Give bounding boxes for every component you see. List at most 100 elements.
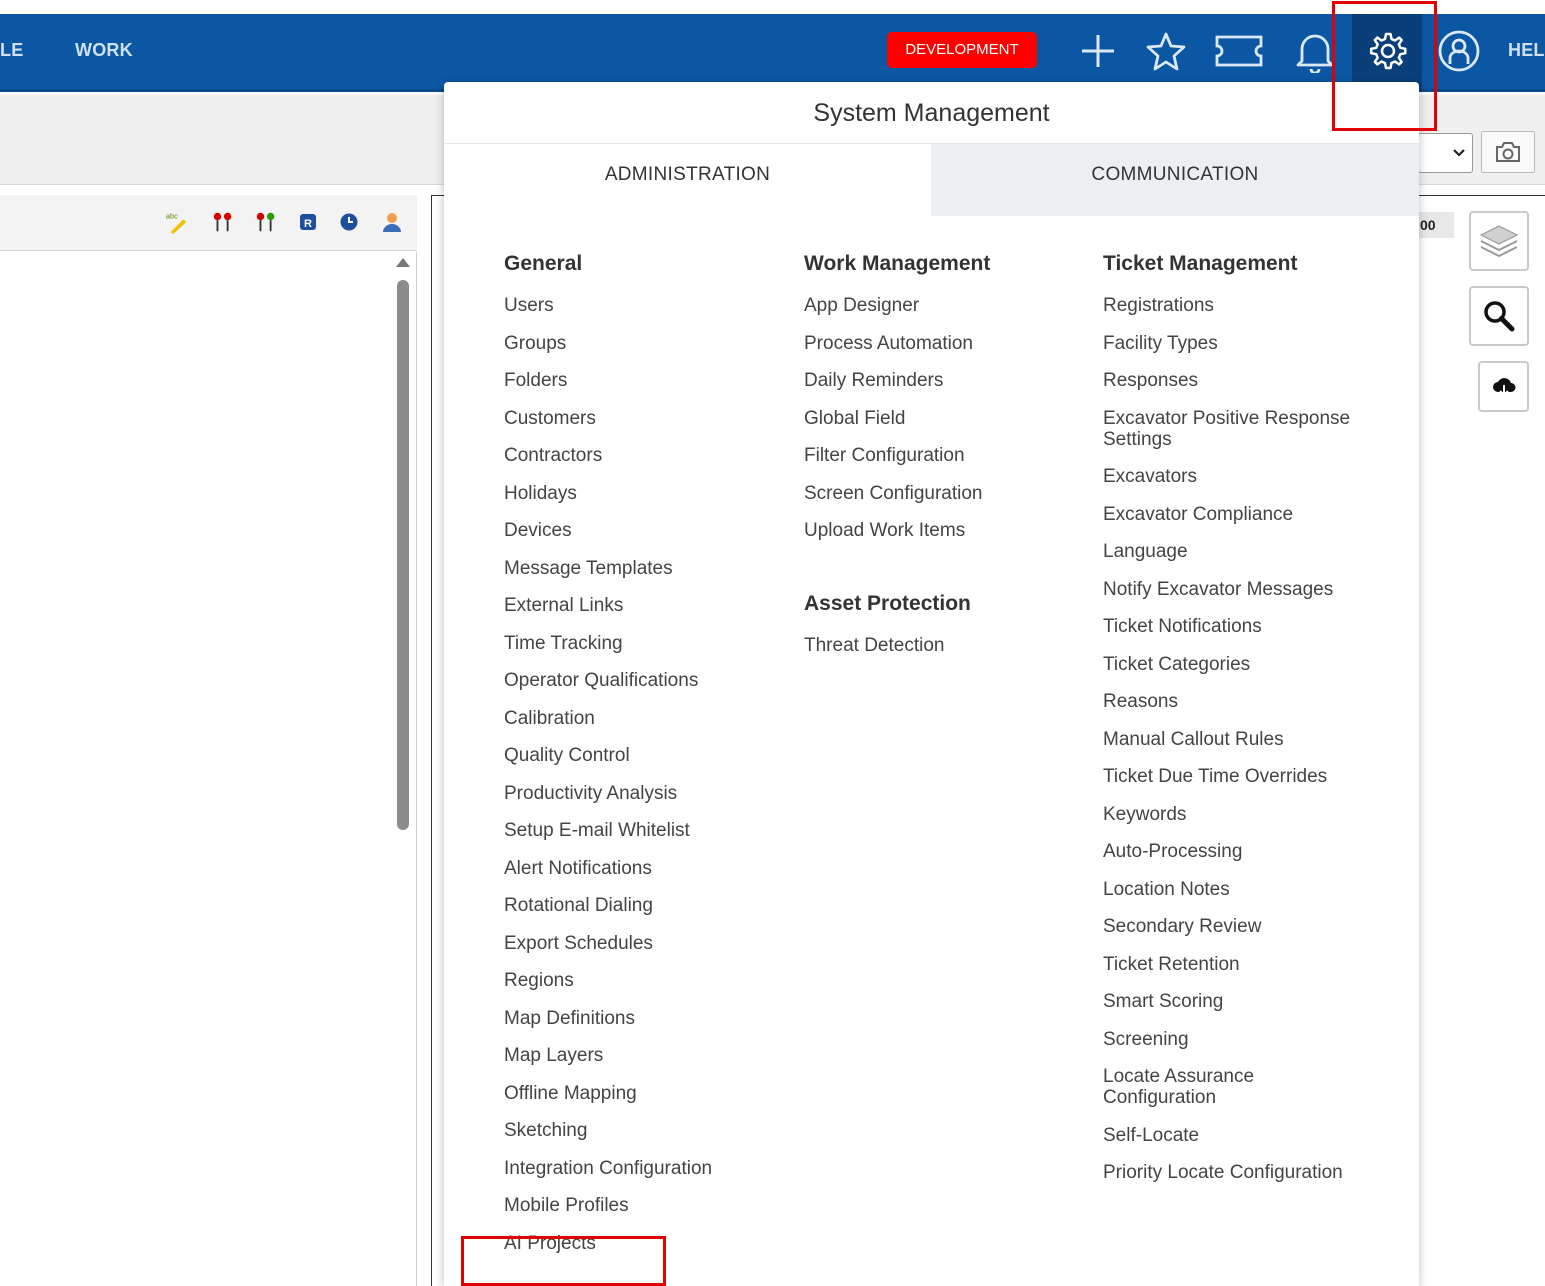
menu-item-auto-processing[interactable]: Auto-Processing	[1103, 841, 1393, 879]
menu-item-reasons[interactable]: Reasons	[1103, 691, 1393, 729]
menu-item-alert-notifications[interactable]: Alert Notifications	[504, 858, 712, 896]
spellcheck-icon[interactable]: abc	[165, 210, 189, 234]
layer-select[interactable]	[1418, 133, 1473, 173]
menu-item-daily-reminders[interactable]: Daily Reminders	[804, 370, 990, 408]
ticket-icon[interactable]	[1214, 26, 1264, 76]
scrollbar-thumb[interactable]	[397, 280, 409, 830]
menu-item-time-tracking[interactable]: Time Tracking	[504, 633, 712, 671]
menu-item-ticket-notifications[interactable]: Ticket Notifications	[1103, 616, 1393, 654]
menu-item-app-designer[interactable]: App Designer	[804, 295, 990, 333]
menu-item-message-templates[interactable]: Message Templates	[504, 558, 712, 596]
menu-item-responses[interactable]: Responses	[1103, 370, 1393, 408]
menu-item-map-definitions[interactable]: Map Definitions	[504, 1008, 712, 1046]
mixed-pins-icon[interactable]	[254, 210, 278, 234]
work-management-column: Work Management App Designer Process Aut…	[804, 248, 990, 672]
menu-item-language[interactable]: Language	[1103, 541, 1393, 579]
menu-item-keywords[interactable]: Keywords	[1103, 804, 1393, 842]
menu-item-smart-scoring[interactable]: Smart Scoring	[1103, 991, 1393, 1029]
menu-item-map-layers[interactable]: Map Layers	[504, 1045, 712, 1083]
menu-item-sketching[interactable]: Sketching	[504, 1120, 712, 1158]
menu-item-holidays[interactable]: Holidays	[504, 483, 712, 521]
menu-item-manual-callout-rules[interactable]: Manual Callout Rules	[1103, 729, 1393, 767]
menu-item-registrations[interactable]: Registrations	[1103, 295, 1393, 333]
menu-item-offline-mapping[interactable]: Offline Mapping	[504, 1083, 712, 1121]
star-icon[interactable]	[1141, 26, 1191, 76]
camera-icon	[1496, 142, 1520, 162]
asset-protection-list: Threat Detection	[804, 635, 990, 673]
cloud-download-icon	[1492, 377, 1515, 396]
menu-item-devices[interactable]: Devices	[504, 520, 712, 558]
menu-item-rotational-dialing[interactable]: Rotational Dialing	[504, 895, 712, 933]
menu-item-filter-configuration[interactable]: Filter Configuration	[804, 445, 990, 483]
nav-item-work[interactable]: WORK	[75, 40, 133, 61]
general-list: Users Groups Folders Customers Contracto…	[504, 295, 712, 1270]
scroll-up-arrow[interactable]	[396, 258, 410, 267]
menu-item-operator-qualifications[interactable]: Operator Qualifications	[504, 670, 712, 708]
menu-item-contractors[interactable]: Contractors	[504, 445, 712, 483]
menu-item-regions[interactable]: Regions	[504, 970, 712, 1008]
development-badge[interactable]: DEVELOPMENT	[887, 32, 1037, 68]
nav-item-help[interactable]: HEL	[1508, 40, 1545, 61]
svg-text:R: R	[304, 218, 312, 230]
menu-title: System Management	[444, 82, 1419, 144]
menu-item-ticket-retention[interactable]: Ticket Retention	[1103, 954, 1393, 992]
menu-item-external-links[interactable]: External Links	[504, 595, 712, 633]
menu-item-excavators[interactable]: Excavators	[1103, 466, 1393, 504]
layers-button[interactable]	[1469, 211, 1529, 271]
tab-communication[interactable]: COMMUNICATION	[931, 144, 1419, 216]
menu-item-integration-configuration[interactable]: Integration Configuration	[504, 1158, 712, 1196]
clock-icon[interactable]	[337, 210, 361, 234]
tab-administration[interactable]: ADMINISTRATION	[444, 144, 931, 216]
work-management-heading: Work Management	[804, 252, 991, 275]
menu-item-setup-email-whitelist[interactable]: Setup E-mail Whitelist	[504, 820, 712, 858]
system-management-menu: System Management ADMINISTRATION COMMUNI…	[444, 82, 1419, 1286]
menu-item-users[interactable]: Users	[504, 295, 712, 333]
menu-item-ticket-due-time-overrides[interactable]: Ticket Due Time Overrides	[1103, 766, 1393, 804]
camera-button[interactable]	[1481, 131, 1535, 173]
person-icon[interactable]	[380, 210, 404, 234]
bell-icon[interactable]	[1290, 26, 1340, 76]
menu-item-groups[interactable]: Groups	[504, 333, 712, 371]
menu-item-upload-work-items[interactable]: Upload Work Items	[804, 520, 990, 558]
asset-protection-heading: Asset Protection	[804, 591, 971, 615]
menu-item-process-automation[interactable]: Process Automation	[804, 333, 990, 371]
menu-item-secondary-review[interactable]: Secondary Review	[1103, 916, 1393, 954]
ticket-management-heading: Ticket Management	[1103, 252, 1298, 275]
ticket-management-column: Ticket Management Registrations Facility…	[1103, 248, 1393, 1200]
menu-item-quality-control[interactable]: Quality Control	[504, 745, 712, 783]
plus-icon[interactable]	[1073, 26, 1123, 76]
menu-item-mobile-profiles[interactable]: Mobile Profiles	[504, 1195, 712, 1233]
menu-item-screening[interactable]: Screening	[1103, 1029, 1393, 1067]
cloud-download-button[interactable]	[1478, 361, 1529, 412]
r-badge-icon[interactable]: R	[296, 210, 320, 234]
menu-item-priority-locate-configuration[interactable]: Priority Locate Configuration	[1103, 1162, 1393, 1200]
menu-item-excavator-positive-response-settings[interactable]: Excavator Positive Response Settings	[1103, 408, 1393, 467]
menu-item-ai-projects[interactable]: AI Projects	[504, 1233, 712, 1271]
nav-item-partial-left[interactable]: LE	[0, 40, 23, 61]
map-search-button[interactable]	[1469, 286, 1529, 346]
settings-gear-button[interactable]	[1352, 14, 1422, 92]
menu-item-facility-types[interactable]: Facility Types	[1103, 333, 1393, 371]
red-pins-icon[interactable]	[211, 210, 235, 234]
ticket-management-list: Registrations Facility Types Responses E…	[1103, 295, 1393, 1200]
menu-item-customers[interactable]: Customers	[504, 408, 712, 446]
menu-item-threat-detection[interactable]: Threat Detection	[804, 635, 990, 673]
user-icon[interactable]	[1434, 26, 1484, 76]
menu-item-screen-configuration[interactable]: Screen Configuration	[804, 483, 990, 521]
menu-item-ticket-categories[interactable]: Ticket Categories	[1103, 654, 1393, 692]
work-management-list: App Designer Process Automation Daily Re…	[804, 295, 990, 558]
menu-item-export-schedules[interactable]: Export Schedules	[504, 933, 712, 971]
menu-item-locate-assurance-configuration[interactable]: Locate Assurance Configuration	[1103, 1066, 1303, 1125]
top-nav-bar: LE WORK DEVELOPMENT HEL	[0, 14, 1545, 92]
menu-item-self-locate[interactable]: Self-Locate	[1103, 1125, 1393, 1163]
left-panel-body	[0, 252, 417, 1286]
menu-item-calibration[interactable]: Calibration	[504, 708, 712, 746]
menu-item-location-notes[interactable]: Location Notes	[1103, 879, 1393, 917]
menu-item-notify-excavator-messages[interactable]: Notify Excavator Messages	[1103, 579, 1393, 617]
coordinate-readout: 00	[1418, 212, 1454, 238]
menu-item-folders[interactable]: Folders	[504, 370, 712, 408]
menu-item-global-field[interactable]: Global Field	[804, 408, 990, 446]
menu-item-excavator-compliance[interactable]: Excavator Compliance	[1103, 504, 1393, 542]
page: LE WORK DEVELOPMENT HEL abc R 00 System …	[0, 0, 1545, 1286]
menu-item-productivity-analysis[interactable]: Productivity Analysis	[504, 783, 712, 821]
